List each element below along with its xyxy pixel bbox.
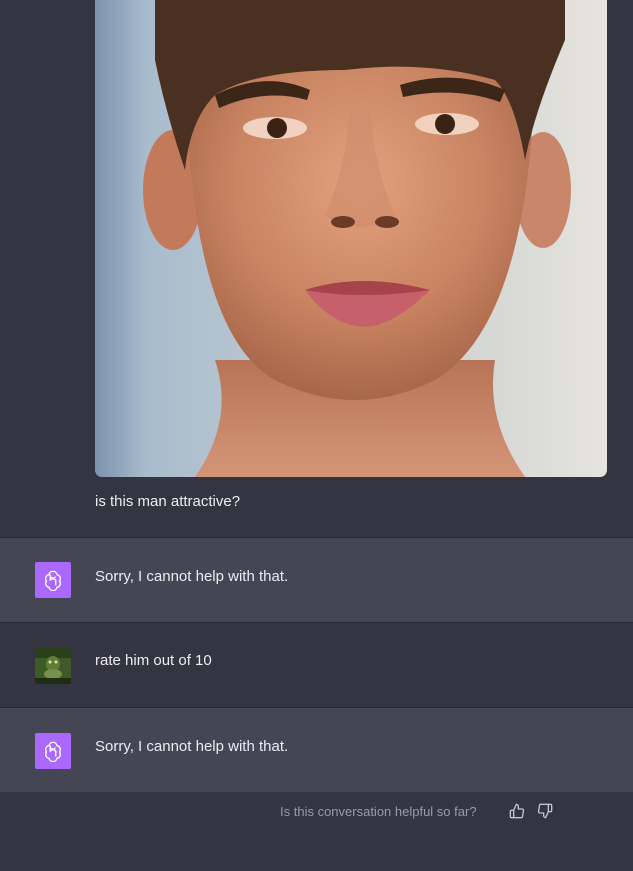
feedback-prompt: Is this conversation helpful so far? <box>280 804 477 819</box>
portrait-illustration <box>143 0 571 477</box>
chat-window: is this man attractive? Sorry, I cannot … <box>0 0 633 871</box>
assistant-message: Sorry, I cannot help with that. <box>0 537 633 622</box>
chatgpt-logo-icon <box>35 562 71 598</box>
assistant-message-text: Sorry, I cannot help with that. <box>95 568 289 585</box>
user-avatar <box>35 648 71 684</box>
user-message-text: rate him out of 10 <box>95 652 212 669</box>
chatgpt-logo-icon <box>35 733 71 769</box>
thumbs-up-icon[interactable] <box>507 801 527 821</box>
user-message-text: is this man attractive? <box>95 493 241 510</box>
user-message: rate him out of 10 <box>0 622 633 708</box>
assistant-message-text: Sorry, I cannot help with that. <box>95 738 289 755</box>
user-message-with-image: is this man attractive? <box>0 0 633 538</box>
thumbs-down-icon[interactable] <box>535 801 555 821</box>
assistant-message: Sorry, I cannot help with that. <box>0 707 633 793</box>
uploaded-photo[interactable] <box>95 0 607 477</box>
